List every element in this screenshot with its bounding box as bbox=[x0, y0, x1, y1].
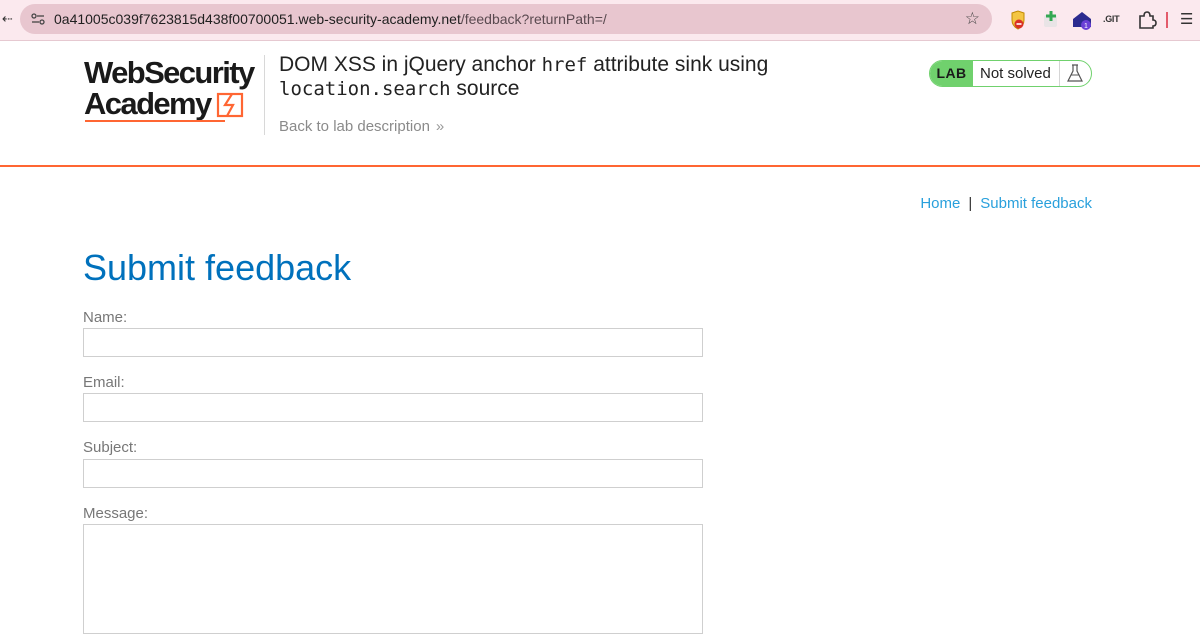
lab-status-widget: LAB Not solved bbox=[929, 60, 1092, 87]
lab-status-text: Not solved bbox=[980, 65, 1051, 82]
email-label: Email: bbox=[83, 374, 125, 391]
logo-line-1: WebSecurity bbox=[84, 55, 255, 90]
bookmark-star-icon[interactable]: ☆ bbox=[965, 9, 980, 29]
lab-title-text-1: DOM XSS in jQuery anchor bbox=[279, 53, 542, 76]
top-navigation: Home | Submit feedback bbox=[920, 195, 1092, 212]
flask-icon-box bbox=[1059, 61, 1091, 86]
page-title: Submit feedback bbox=[83, 247, 352, 288]
extension-puzzle-plus-icon[interactable] bbox=[1040, 9, 1062, 31]
svg-text:1: 1 bbox=[1084, 23, 1088, 30]
name-label: Name: bbox=[83, 309, 128, 326]
message-field[interactable] bbox=[83, 524, 703, 634]
web-security-academy-logo[interactable]: WebSecurity Academy bbox=[84, 57, 264, 127]
extension-git-icon[interactable]: .GIT bbox=[1103, 14, 1125, 36]
nav-separator: | bbox=[968, 195, 973, 212]
extensions-puzzle-icon[interactable] bbox=[1136, 9, 1158, 31]
double-chevron-right-icon: » bbox=[435, 118, 445, 135]
lab-title-code-1: href bbox=[541, 54, 588, 76]
flask-icon bbox=[1067, 64, 1083, 82]
nav-submit-feedback-link[interactable]: Submit feedback bbox=[980, 195, 1092, 212]
logo-line-2: Academy bbox=[84, 86, 212, 121]
extension-ublock-icon[interactable] bbox=[1007, 9, 1029, 31]
back-arrow-icon[interactable]: ⇠ bbox=[2, 11, 13, 27]
address-bar[interactable]: 0a41005c039f7623815d438f00700051.web-sec… bbox=[20, 4, 992, 34]
subject-label: Subject: bbox=[83, 439, 138, 456]
lab-title-code-2: location.search bbox=[279, 78, 451, 100]
browser-toolbar: ⇠ 0a41005c039f7623815d438f00700051.web-s… bbox=[0, 0, 1200, 41]
logo-bolt-icon bbox=[216, 92, 244, 118]
logo-underline bbox=[85, 120, 225, 122]
header-orange-rule bbox=[0, 165, 1200, 167]
extension-badge-icon[interactable]: 1 bbox=[1071, 9, 1093, 31]
site-info-icon[interactable] bbox=[30, 11, 46, 27]
lab-title-text-3: source bbox=[450, 77, 520, 100]
nav-home-link[interactable]: Home bbox=[920, 195, 960, 212]
email-field[interactable] bbox=[83, 393, 703, 422]
lab-tag: LAB bbox=[930, 61, 973, 86]
lab-title-text-2: attribute sink using bbox=[587, 53, 769, 76]
header-divider bbox=[264, 55, 265, 135]
url-host: 0a41005c039f7623815d438f00700051.web-sec… bbox=[54, 11, 461, 27]
subject-field[interactable] bbox=[83, 459, 703, 488]
url-text[interactable]: 0a41005c039f7623815d438f00700051.web-sec… bbox=[54, 11, 607, 27]
name-field[interactable] bbox=[83, 328, 703, 357]
lab-title: DOM XSS in jQuery anchor href attribute … bbox=[279, 53, 839, 101]
back-link-label: Back to lab description bbox=[279, 118, 430, 135]
message-label: Message: bbox=[83, 505, 149, 522]
toolbar-divider bbox=[1166, 12, 1168, 28]
reading-list-icon[interactable]: ☰ bbox=[1180, 10, 1200, 32]
back-to-lab-description-link[interactable]: Back to lab description » bbox=[279, 118, 444, 135]
url-path: /feedback?returnPath=/ bbox=[460, 11, 607, 27]
